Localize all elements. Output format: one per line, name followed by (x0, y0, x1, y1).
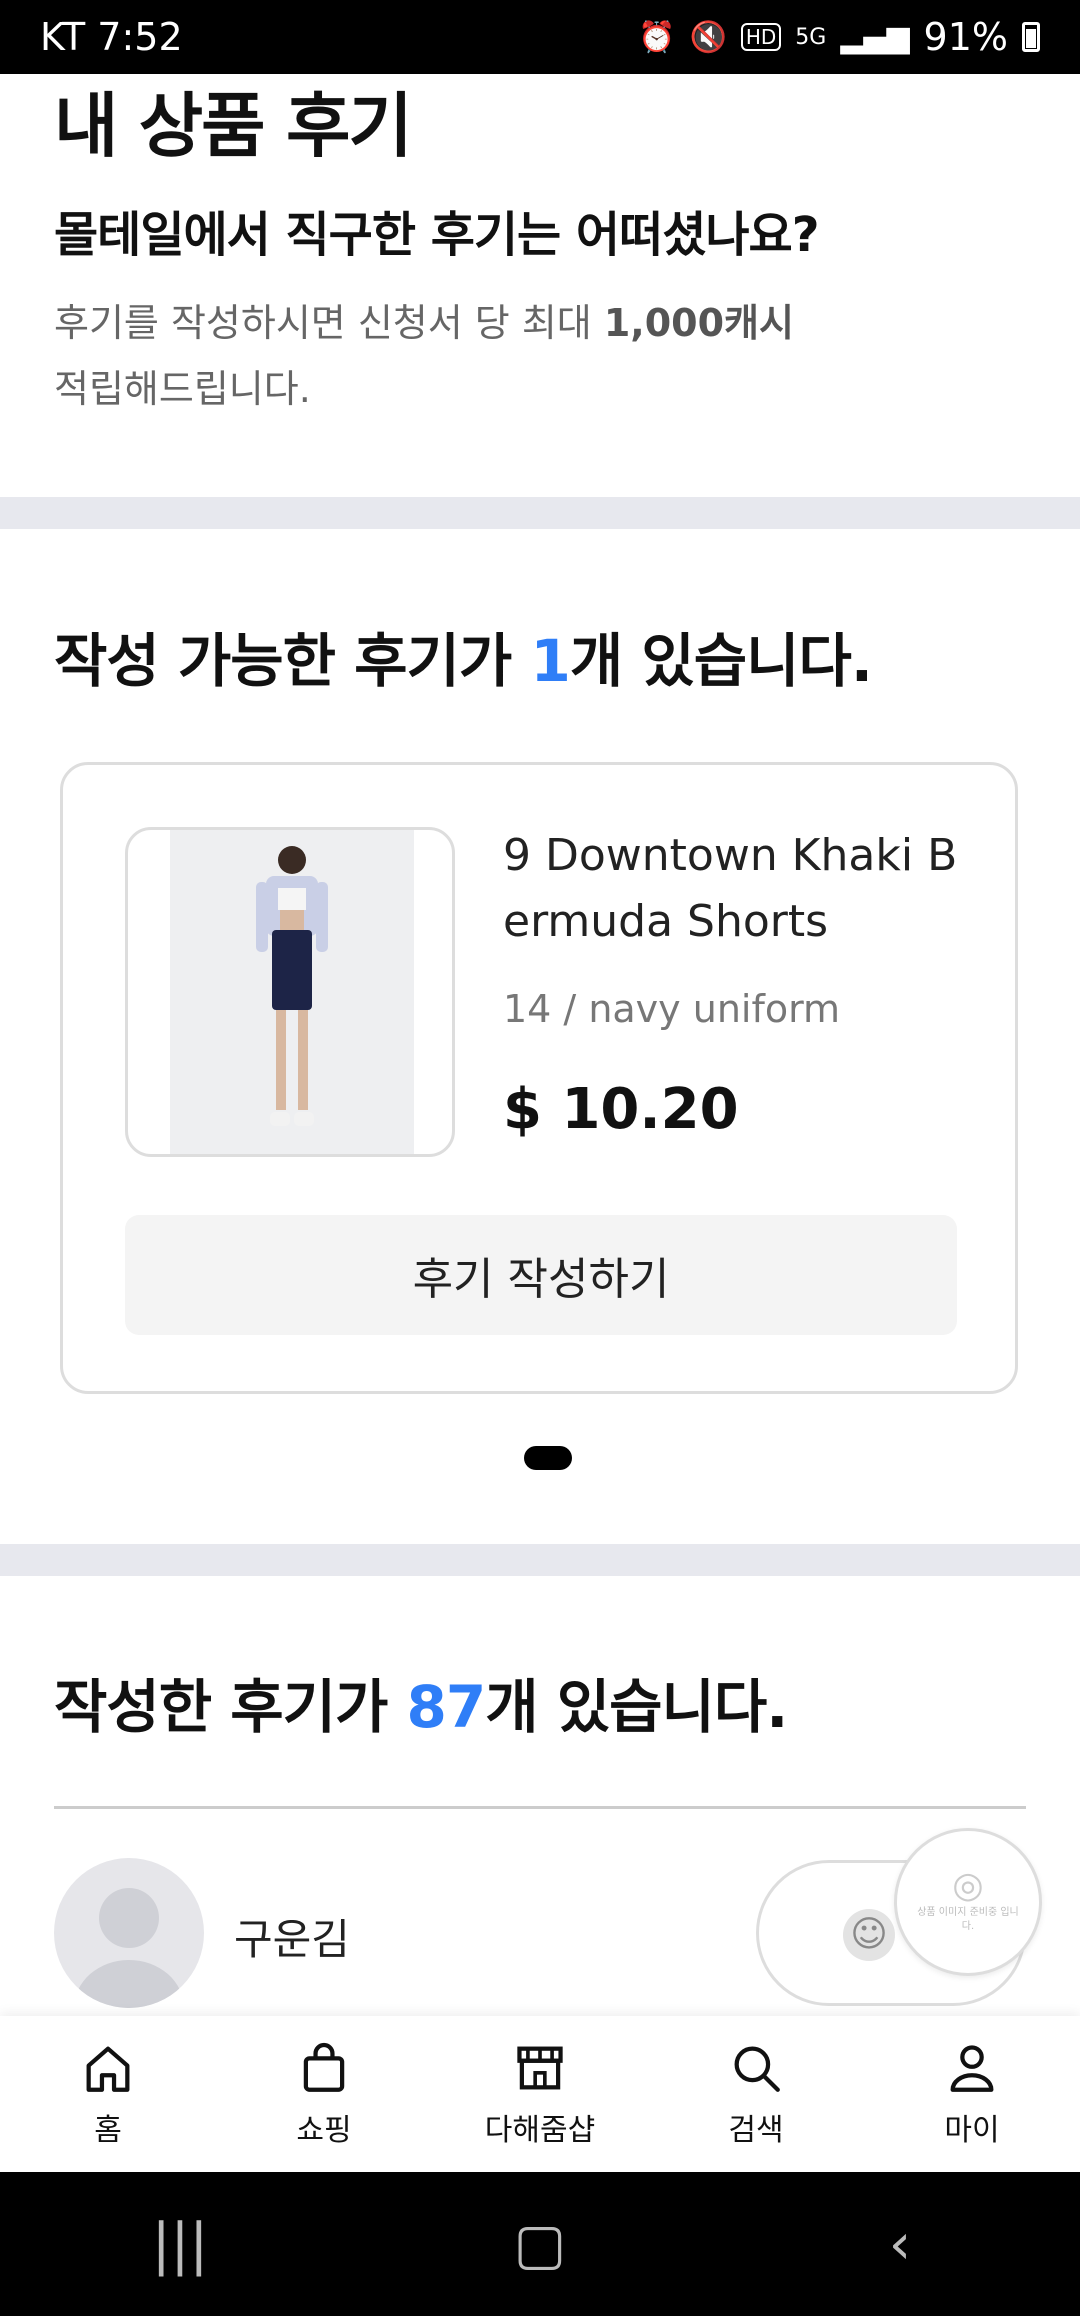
bottom-navigation: 홈 쇼핑 다해줌샵 검색 마이 (0, 2016, 1080, 2172)
back-icon[interactable]: ‹ (840, 2212, 960, 2277)
heading-text-4: 개 있습니다. (485, 1673, 788, 1741)
shopping-bag-icon (303, 2043, 345, 2092)
writable-count: 1 (530, 627, 570, 695)
clock: 7:52 (97, 15, 183, 59)
placeholder-caption: 상품 이미지 준비중 입니다. (917, 1907, 1019, 1932)
status-bar: KT 7:52 ⏰ 🔇 HD 5G ▂▄▆ 91% (0, 0, 1080, 74)
status-left: KT 7:52 (40, 15, 183, 59)
recent-apps-icon[interactable]: ||| (120, 2212, 240, 2277)
writable-reviews-heading: 작성 가능한 후기가 1개 있습니다. (54, 614, 873, 698)
product-price: $ 10.20 (503, 1077, 739, 1142)
nav-search[interactable]: 검색 (648, 2016, 864, 2172)
desc-cash-amount: 1,000캐시 (603, 301, 794, 345)
nav-label: 홈 (94, 2113, 122, 2148)
carousel-indicator (524, 1446, 572, 1470)
desc-text: 후기를 작성하시면 신청서 당 최대 (54, 301, 604, 345)
desc-text-2: 적립해드립니다. (54, 367, 311, 411)
nav-home[interactable]: 홈 (0, 2016, 216, 2172)
battery-percent: 91% (923, 15, 1008, 59)
system-navigation-bar: ||| ▢ ‹ (0, 2172, 1080, 2316)
mute-icon: 🔇 (689, 19, 727, 55)
user-icon (950, 2045, 994, 2092)
store-icon (517, 2046, 563, 2090)
nav-label: 검색 (728, 2113, 784, 2148)
battery-icon (1022, 22, 1040, 52)
heading-text: 작성 가능한 후기가 (54, 627, 531, 695)
search-icon (734, 2046, 780, 2092)
nav-store[interactable]: 다해줌샵 (432, 2016, 648, 2172)
avatar (54, 1858, 204, 2008)
product-image (170, 830, 414, 1154)
spiral-icon: ◎ (952, 1865, 984, 1906)
status-right: ⏰ 🔇 HD 5G ▂▄▆ 91% (638, 15, 1040, 59)
model-figure (256, 846, 328, 1126)
list-divider (54, 1806, 1026, 1809)
smile-icon: ☺ (843, 1909, 895, 1961)
product-name[interactable]: 9 Downtown Khaki Bermuda Shorts (503, 823, 983, 955)
product-option: 14 / navy uniform (503, 987, 841, 1031)
home-button-icon[interactable]: ▢ (480, 2212, 600, 2277)
nav-label: 다해줌샵 (484, 2113, 596, 2148)
written-count: 87 (406, 1673, 487, 1741)
review-username: 구운김 (234, 1915, 350, 1964)
signal-icon: ▂▄▆ (840, 19, 910, 55)
nav-my[interactable]: 마이 (864, 2016, 1080, 2172)
heading-text-2: 개 있습니다. (569, 627, 873, 695)
page-title: 내 상품 후기 (54, 85, 413, 167)
written-reviews-heading: 작성한 후기가 87개 있습니다. (54, 1660, 788, 1744)
page-subtitle: 몰테일에서 직구한 후기는 어떠셨나요? (54, 207, 820, 263)
heading-text-3: 작성한 후기가 (54, 1673, 407, 1741)
write-review-button[interactable]: 후기 작성하기 (125, 1215, 957, 1335)
nav-label: 마이 (944, 2113, 1000, 2148)
5g-icon: 5G (795, 24, 827, 50)
nav-shopping[interactable]: 쇼핑 (216, 2016, 432, 2172)
hd-icon: HD (740, 23, 782, 51)
default-avatar-icon (74, 1888, 184, 2008)
image-placeholder-badge[interactable]: ◎ 상품 이미지 준비중 입니다. (894, 1828, 1042, 1976)
section-divider-2 (0, 1544, 1080, 1576)
home-icon (86, 2046, 130, 2092)
writable-review-card: 9 Downtown Khaki Bermuda Shorts 14 / nav… (60, 762, 1018, 1394)
alarm-icon: ⏰ (638, 19, 676, 55)
product-thumbnail[interactable] (125, 827, 455, 1157)
nav-label: 쇼핑 (296, 2113, 352, 2148)
carrier: KT (40, 15, 86, 59)
section-divider (0, 497, 1080, 529)
reward-description: 후기를 작성하시면 신청서 당 최대 1,000캐시 적립해드립니다. (54, 290, 954, 422)
